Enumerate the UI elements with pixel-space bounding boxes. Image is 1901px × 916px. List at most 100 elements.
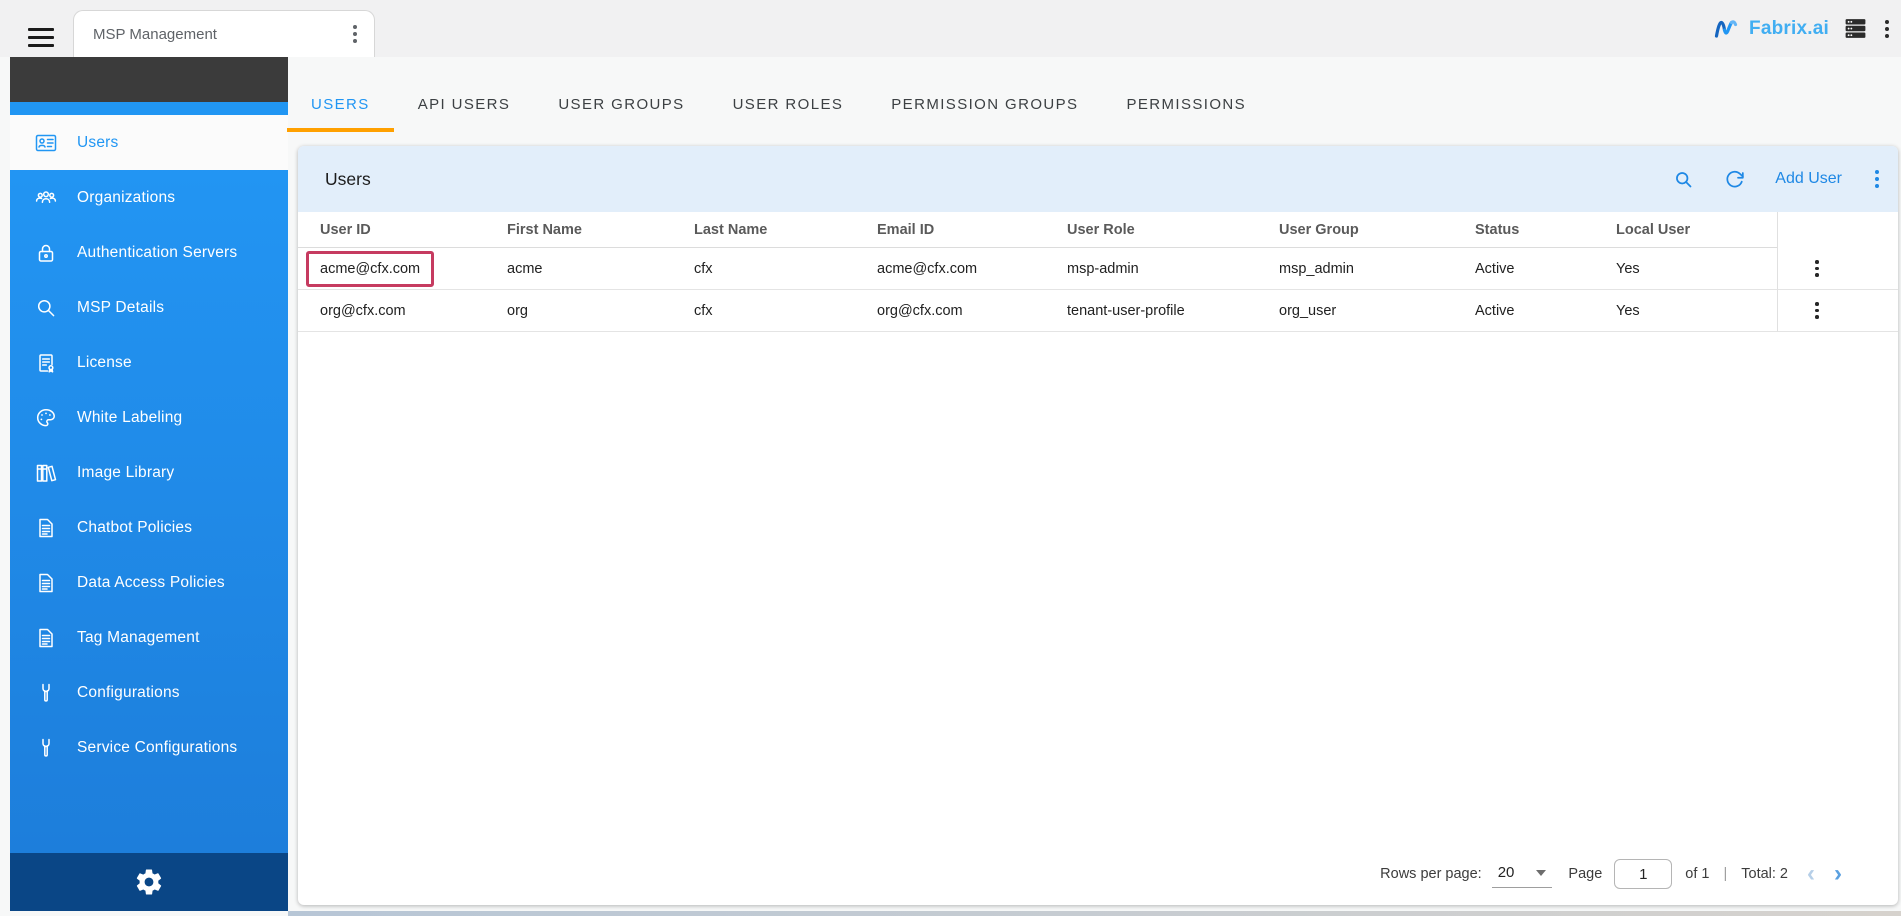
sidebar-item-label: White Labeling [77,409,182,427]
column-header-user-group[interactable]: User Group [1257,212,1453,248]
tab-permission-groups[interactable]: PERMISSION GROUPS [867,76,1102,132]
tab-permissions[interactable]: PERMISSIONS [1102,76,1270,132]
tab-user-groups[interactable]: USER GROUPS [534,76,708,132]
cell-user-group: org_user [1257,290,1453,332]
tab-api-users[interactable]: API USERS [394,76,535,132]
chevron-right-icon[interactable]: › [1834,864,1842,884]
page-of-label: of 1 [1685,866,1709,882]
palette-icon [34,406,58,430]
page-label: Page [1568,866,1602,882]
settings-gear-icon[interactable] [134,867,164,897]
pagination-separator: | [1723,866,1727,882]
sidebar-item-configurations[interactable]: Configurations [10,665,288,720]
app-tab-overflow-dots-icon[interactable] [350,22,360,46]
total-count-label: Total: 2 [1741,866,1788,882]
sidebar-item-label: Users [77,134,118,152]
cell-local-user: Yes [1594,248,1777,290]
sidebar-item-chatbot-policies[interactable]: Chatbot Policies [10,500,288,555]
top-bar: MSP Management Fabrix.ai [0,0,1901,57]
magnifier-icon [34,296,58,320]
sidebar-item-license[interactable]: License [10,335,288,390]
contact-card-icon [34,131,58,155]
chevron-down-icon [1536,870,1546,876]
sidebar-blue-strip [10,102,288,115]
column-header-first-name[interactable]: First Name [485,212,672,248]
books-icon [34,461,58,485]
section-tabs: USERS API USERS USER GROUPS USER ROLES P… [287,76,1270,132]
row-actions-dots-icon[interactable] [1812,257,1822,280]
cell-actions [1777,290,1898,332]
sidebar-item-data-access-policies[interactable]: Data Access Policies [10,555,288,610]
document-icon [34,571,58,595]
pagination-bar: Rows per page: 20 Page of 1 | Total: 2 ‹… [1380,859,1842,889]
refresh-icon[interactable] [1724,169,1745,190]
column-header-local-user[interactable]: Local User [1594,212,1777,248]
table-row[interactable]: org@cfx.com org cfx org@cfx.com tenant-u… [298,290,1898,332]
highlight-box: acme@cfx.com [306,251,434,287]
cell-user-group: msp_admin [1257,248,1453,290]
sidebar-item-msp-details[interactable]: MSP Details [10,280,288,335]
sidebar-nav: Users Organizations Authentication Serve… [10,115,288,853]
brand-logo[interactable]: Fabrix.ai [1713,18,1829,40]
column-header-user-role[interactable]: User Role [1045,212,1257,248]
sidebar-item-label: Configurations [77,684,180,702]
horizontal-scrollbar[interactable] [288,911,1901,916]
column-header-email-id[interactable]: Email ID [855,212,1045,248]
panel-title: Users [325,169,1673,190]
document-icon [34,626,58,650]
app-tab-title: MSP Management [93,26,350,43]
chevron-left-icon[interactable]: ‹ [1807,864,1815,884]
table-row[interactable]: acme@cfx.com acme cfx acme@cfx.com msp-a… [298,248,1898,290]
users-panel: Users Add User User ID First Name Last N… [298,146,1898,905]
hamburger-menu-icon[interactable] [28,28,54,50]
sidebar-item-users[interactable]: Users [10,115,288,170]
panel-actions: Add User [1673,167,1882,191]
sidebar-footer [10,853,288,911]
column-header-user-id[interactable]: User ID [298,212,485,248]
sidebar-item-label: Data Access Policies [77,574,225,592]
people-group-icon [34,186,58,210]
rows-per-page-value: 20 [1498,864,1515,881]
cell-last-name: cfx [672,248,855,290]
sidebar-item-service-configurations[interactable]: Service Configurations [10,720,288,775]
column-header-status[interactable]: Status [1453,212,1594,248]
cell-user-id: acme@cfx.com [298,248,485,290]
lock-icon [34,241,58,265]
column-header-last-name[interactable]: Last Name [672,212,855,248]
document-icon [34,516,58,540]
sidebar-item-white-labeling[interactable]: White Labeling [10,390,288,445]
search-icon[interactable] [1673,169,1694,190]
page-number-input[interactable] [1614,859,1672,889]
sidebar-item-tag-management[interactable]: Tag Management [10,610,288,665]
add-user-button[interactable]: Add User [1775,170,1842,188]
sidebar-item-organizations[interactable]: Organizations [10,170,288,225]
top-bar-overflow-dots-icon[interactable] [1882,17,1892,41]
sidebar-item-authentication-servers[interactable]: Authentication Servers [10,225,288,280]
sidebar-dark-header [10,57,288,102]
row-actions-dots-icon[interactable] [1812,299,1822,322]
sidebar-item-label: MSP Details [77,299,164,317]
sidebar-item-label: Organizations [77,189,175,207]
users-panel-header: Users Add User [298,146,1898,212]
app-tab[interactable]: MSP Management [73,10,375,57]
tab-users[interactable]: USERS [287,76,394,132]
sidebar-item-image-library[interactable]: Image Library [10,445,288,500]
msp-management-screen: MSP Management Fabrix.ai [0,0,1901,916]
certificate-icon [34,351,58,375]
cell-user-role: msp-admin [1045,248,1257,290]
panel-overflow-dots-icon[interactable] [1872,167,1882,191]
cell-status: Active [1453,248,1594,290]
rows-per-page-select[interactable]: 20 [1492,860,1553,888]
cell-first-name: org [485,290,672,332]
top-bar-right: Fabrix.ai [1713,0,1892,57]
sidebar-item-label: Authentication Servers [77,244,237,262]
cell-status: Active [1453,290,1594,332]
cell-user-id: org@cfx.com [298,290,485,332]
app-stack-icon[interactable] [1843,17,1868,40]
tab-user-roles[interactable]: USER ROLES [709,76,868,132]
cell-local-user: Yes [1594,290,1777,332]
cell-last-name: cfx [672,290,855,332]
sidebar-item-label: Tag Management [77,629,200,647]
brand-name: Fabrix.ai [1749,18,1829,40]
cell-email-id: org@cfx.com [855,290,1045,332]
